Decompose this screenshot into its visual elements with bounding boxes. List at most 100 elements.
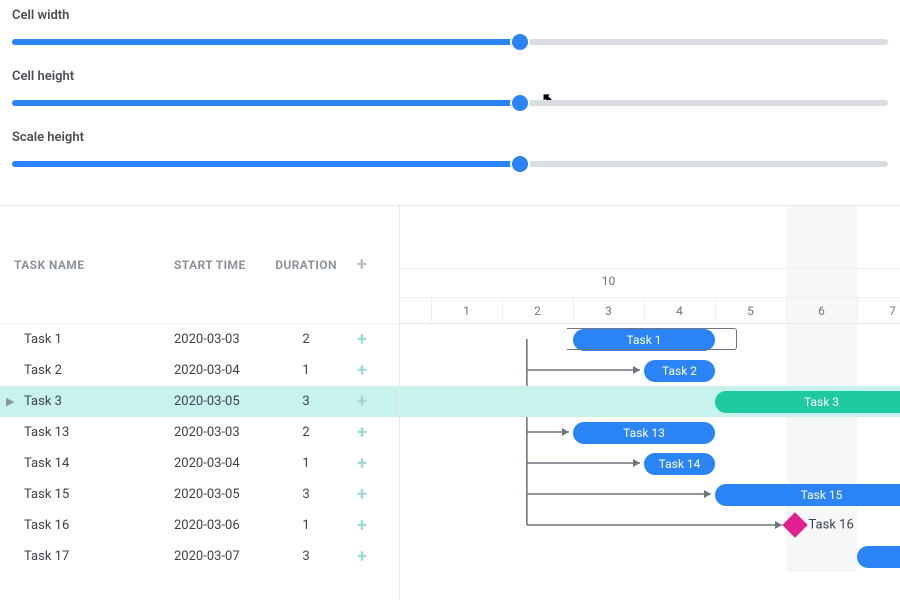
slider-thumb[interactable] [512,156,528,172]
caret-right-icon: ▶ [6,395,14,408]
slider-thumb[interactable] [512,95,528,111]
table-row[interactable]: Task 12020-03-032 + [0,324,399,355]
cell-duration: 1 [270,518,342,533]
table-row[interactable]: Task 172020-03-073+ [0,541,399,572]
cell-duration: 1 [270,363,342,378]
cell-task-name: Task 15 [14,487,174,502]
task-bar[interactable]: Task 14 [644,453,715,475]
row-add-button[interactable]: + [342,455,382,473]
slider-label: Cell width [12,8,888,23]
scale-tick [786,298,787,324]
scale-tick [715,298,716,324]
cell-start-time: 2020-03-04 [174,456,270,471]
plus-icon: + [357,422,367,443]
milestone-diamond[interactable] [782,512,807,537]
plus-icon: + [357,391,367,412]
row-add-button[interactable]: + [342,424,382,442]
timeline-row[interactable]: Task 16 [400,510,900,541]
plus-icon: + [357,329,367,350]
cell-duration: 2 [270,332,342,347]
cell-start-time: 2020-03-03 [174,425,270,440]
cell-task-name: Task 1 [14,332,174,347]
slider-thumb[interactable] [512,34,528,50]
column-header-add[interactable]: + [342,256,382,274]
cell-start-time: 2020-03-06 [174,518,270,533]
timeline-row[interactable]: Task 14 [400,448,900,479]
cell-task-name: Task 13 [14,425,174,440]
slider-label: Cell height [12,69,888,84]
row-add-button[interactable]: + [342,393,382,411]
plus-icon: + [357,360,367,381]
cell-task-name: Task 2 [14,363,174,378]
scale-tick [644,298,645,324]
column-header-name[interactable]: TASK NAME [14,258,174,272]
gantt-container: TASK NAME START TIME DURATION + Task 120… [0,205,900,600]
slider-control: Cell width [12,8,888,51]
milestone-label: Task 16 [809,518,854,533]
timeline-row[interactable]: Task 17 [400,541,900,572]
cell-duration: 2 [270,425,342,440]
task-bar[interactable]: Task 13 [573,422,715,444]
plus-icon: + [357,546,367,567]
scale-day-label: 4 [676,304,683,318]
plus-icon: + [357,484,367,505]
timeline-header: 101234567 [400,206,900,324]
slider-label: Scale height [12,130,888,145]
timeline-row[interactable]: Task 15 [400,479,900,510]
timeline-row[interactable]: Task 13 [400,417,900,448]
table-row[interactable]: ▶Task 32020-03-053 + [0,386,399,417]
slider-track[interactable] [12,94,888,112]
grid-header: TASK NAME START TIME DURATION + [0,206,399,324]
plus-icon: + [357,254,367,275]
plus-icon: + [357,515,367,536]
column-header-duration[interactable]: DURATION [270,258,342,272]
timeline-row[interactable]: Task 2 [400,355,900,386]
cell-task-name: Task 3 [14,394,174,409]
cell-duration: 1 [270,456,342,471]
column-header-start[interactable]: START TIME [174,258,270,272]
slider-control: Cell height [12,69,888,112]
gantt-timeline[interactable]: 101234567 Task 1Task 2Task 3Task 13Task … [400,206,900,600]
slider-track[interactable] [12,33,888,51]
scale-week-label: 10 [602,274,616,288]
task-bar[interactable]: Task 3 [715,391,900,413]
scale-tick [857,298,858,324]
timeline-row[interactable]: Task 3 [400,386,900,417]
task-bar[interactable]: Task 17 [857,546,900,568]
scale-tick [431,298,432,324]
table-row[interactable]: Task 142020-03-041 + [0,448,399,479]
table-row[interactable]: Task 162020-03-061 + [0,510,399,541]
timeline-body: Task 1 Task 2Task 3Task 13 Task 14Task 15 T… [400,324,900,572]
grid-rows: Task 12020-03-032+Task 22020-03-041+▶Tas… [0,324,399,572]
timeline-row[interactable]: Task 1 [400,324,900,355]
table-row[interactable]: Task 152020-03-053+ [0,479,399,510]
scale-day-label: 6 [818,304,825,318]
row-add-button[interactable]: + [342,548,382,566]
slider-control: Scale height [12,130,888,173]
cell-start-time: 2020-03-04 [174,363,270,378]
cell-task-name: Task 16 [14,518,174,533]
scale-tick [502,298,503,324]
plus-icon: + [357,453,367,474]
row-add-button[interactable]: + [342,331,382,349]
row-add-button[interactable]: + [342,517,382,535]
scale-day-label: 3 [605,304,612,318]
table-row[interactable]: Task 22020-03-041 + [0,355,399,386]
row-add-button[interactable]: + [342,486,382,504]
slider-track[interactable] [12,155,888,173]
cell-duration: 3 [270,549,342,564]
cell-duration: 3 [270,394,342,409]
gantt-grid: TASK NAME START TIME DURATION + Task 120… [0,206,400,600]
scale-day-label: 1 [463,304,470,318]
controls-panel: Cell width Cell height Scale height [0,0,900,205]
row-add-button[interactable]: + [342,362,382,380]
task-bar[interactable]: Task 15 [715,484,900,506]
scale-tick [573,298,574,324]
cell-start-time: 2020-03-03 [174,332,270,347]
cell-duration: 3 [270,487,342,502]
cell-start-time: 2020-03-05 [174,394,270,409]
cell-task-name: Task 17 [14,549,174,564]
cell-task-name: Task 14 [14,456,174,471]
task-bar[interactable]: Task 2 [644,360,715,382]
table-row[interactable]: Task 132020-03-032 + [0,417,399,448]
